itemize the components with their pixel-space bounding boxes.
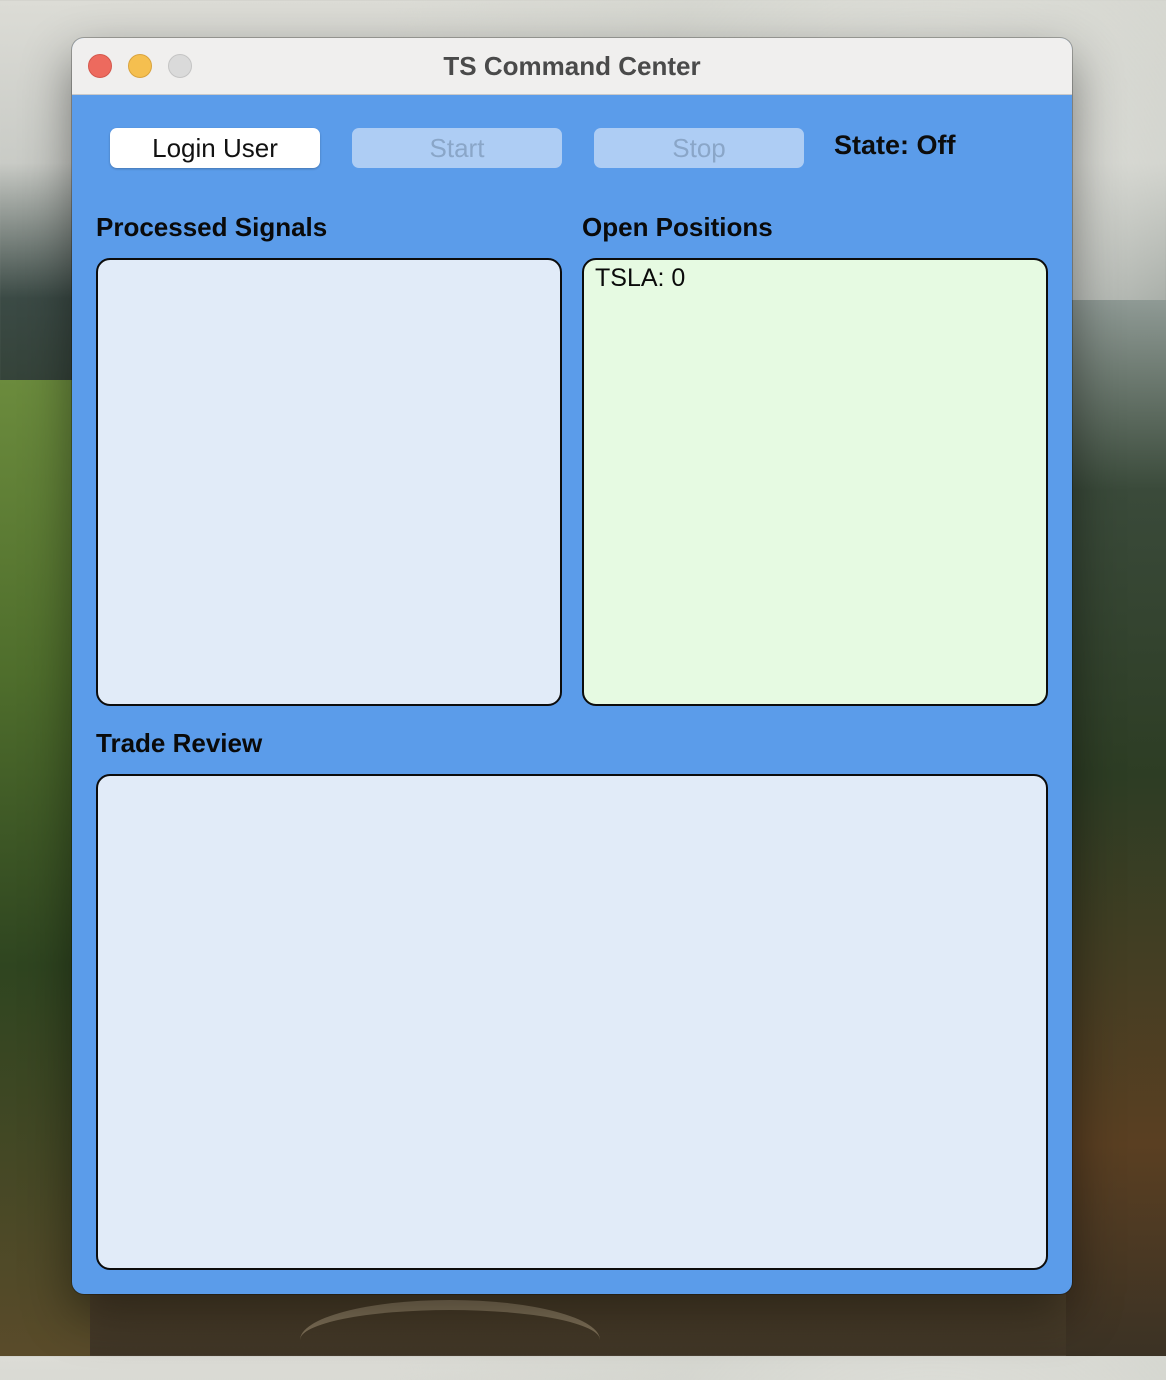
open-positions-list[interactable]: TSLA: 0 [582,258,1048,706]
trade-review-heading: Trade Review [96,728,263,758]
app-window: TS Command Center Login User Start Stop … [72,38,1072,1294]
login-user-button[interactable]: Login User [110,128,320,168]
processed-signals-heading: Processed Signals [96,212,328,242]
window-title: TS Command Center [443,51,701,81]
title-bar: TS Command Center [72,38,1072,95]
open-positions-heading: Open Positions [582,212,773,242]
stop-button[interactable]: Stop [594,128,804,168]
desktop-wallpaper-road [300,1300,600,1380]
state-indicator: State: Off [834,130,956,160]
trade-review-list[interactable] [96,774,1048,1270]
desktop-wallpaper-right [1066,300,1166,1356]
start-button[interactable]: Start [352,128,562,168]
processed-signals-list[interactable] [96,258,562,706]
list-item[interactable]: TSLA: 0 [595,264,685,293]
